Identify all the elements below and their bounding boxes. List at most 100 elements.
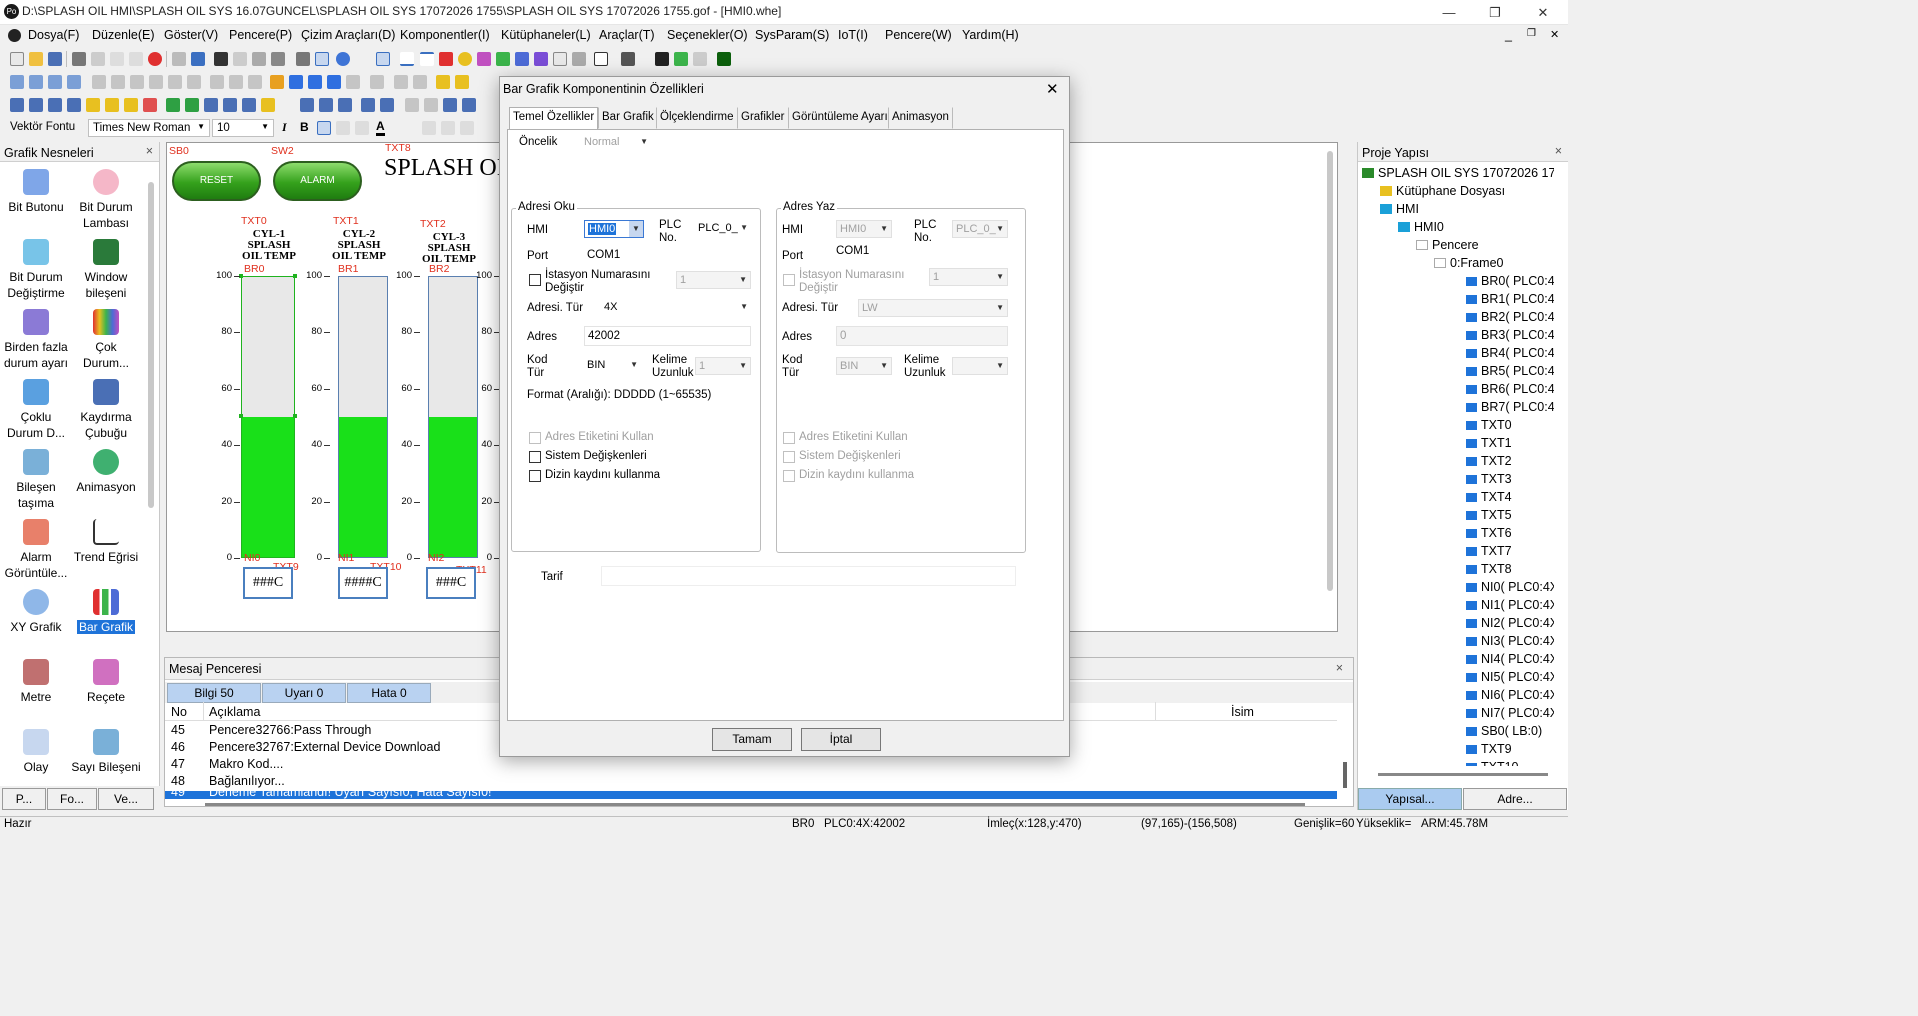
undo-icon[interactable] xyxy=(172,52,186,66)
font-name-select[interactable]: Times New Roman ▼ xyxy=(88,119,210,137)
description-input[interactable] xyxy=(601,566,1016,586)
front-icon[interactable] xyxy=(270,75,284,89)
step-icon[interactable] xyxy=(370,75,384,89)
minimize-button[interactable]: — xyxy=(1426,0,1472,25)
arc-icon[interactable] xyxy=(420,52,434,66)
tool-alarm-display[interactable]: Alarm Görüntüle... xyxy=(1,519,71,581)
tool-bit-lamp[interactable]: Bit Durum Lambası xyxy=(71,169,141,231)
tool-event[interactable]: Olay xyxy=(1,729,71,775)
tool-bit-toggle[interactable]: Bit Durum Değiştirme xyxy=(1,239,71,301)
tab-basic[interactable]: Temel Özellikler xyxy=(509,107,599,130)
history-icon[interactable] xyxy=(424,98,438,112)
menu-iot[interactable]: IoT(I) xyxy=(838,28,868,42)
tab-bar-graph[interactable]: Bar Grafik xyxy=(598,107,658,129)
tree-node[interactable]: HMI0 xyxy=(1398,220,1444,234)
alarm-button[interactable]: ALARM xyxy=(273,161,362,201)
tree-node[interactable]: BR2( PLC0:4X xyxy=(1466,310,1554,324)
delete-icon[interactable] xyxy=(148,52,162,66)
sector-icon[interactable] xyxy=(515,52,529,66)
tab-animation[interactable]: Animasyon xyxy=(888,107,953,129)
cut-icon[interactable] xyxy=(72,52,86,66)
new-icon[interactable] xyxy=(10,52,24,66)
bar-h-icon[interactable] xyxy=(436,75,450,89)
font-size-select[interactable]: 10 ▼ xyxy=(212,119,274,137)
monitor-icon[interactable] xyxy=(717,52,731,66)
close-icon[interactable]: × xyxy=(146,144,153,158)
online-sim-icon[interactable] xyxy=(315,52,329,66)
tool-meter[interactable]: Metre xyxy=(1,659,71,705)
align-text-center-icon[interactable] xyxy=(336,121,350,135)
tool-bit-button[interactable]: Bit Butonu xyxy=(1,169,71,215)
h-dist-icon[interactable] xyxy=(394,75,408,89)
read-hmi-select[interactable]: HMI0 ▼ xyxy=(584,220,644,238)
numeric-display-ni2[interactable]: ###C xyxy=(426,567,476,599)
tree-node[interactable]: TXT6 xyxy=(1466,526,1512,540)
menu-yardim[interactable]: Yardım(H) xyxy=(962,28,1019,42)
tree-node[interactable]: TXT5 xyxy=(1466,508,1512,522)
bar-graph-br0[interactable] xyxy=(241,276,295,558)
close-icon[interactable]: × xyxy=(1336,661,1343,675)
text-wrap-icon[interactable] xyxy=(460,121,474,135)
close-icon[interactable]: × xyxy=(1555,144,1562,158)
write-code-select[interactable]: BIN ▼ xyxy=(836,357,892,375)
align-text-left-icon[interactable] xyxy=(317,121,331,135)
compile-icon[interactable] xyxy=(252,52,266,66)
tree-node[interactable]: TXT2 xyxy=(1466,454,1512,468)
tree-node[interactable]: SB0( LB:0) xyxy=(1466,724,1542,738)
rotate-icon[interactable] xyxy=(248,75,262,89)
tool-trend[interactable]: Trend Eğrisi xyxy=(71,519,141,565)
tree-node[interactable]: NI1( PLC0:4X xyxy=(1466,598,1554,612)
find-icon[interactable] xyxy=(214,52,228,66)
mdi-close-button[interactable]: ✕ xyxy=(1550,28,1559,41)
tool-recipe[interactable]: Reçete xyxy=(71,659,141,705)
offline-sim-icon[interactable] xyxy=(296,52,310,66)
tree-node[interactable]: TXT8 xyxy=(1466,562,1512,576)
flip-v-icon[interactable] xyxy=(229,75,243,89)
same-width-icon[interactable] xyxy=(92,75,106,89)
tree-node[interactable]: NI7( PLC0:4X xyxy=(1466,706,1554,720)
tree-node[interactable]: SPLASH OIL SYS 17072026 17 xyxy=(1362,166,1554,180)
message-hscroll[interactable] xyxy=(205,803,1305,806)
write-plc-select[interactable]: PLC_0_ ▼ xyxy=(952,220,1008,238)
tree-node[interactable]: NI6( PLC0:4X xyxy=(1466,688,1554,702)
right-tab-address[interactable]: Adre... xyxy=(1463,788,1567,810)
picture-icon[interactable] xyxy=(166,98,180,112)
right-hscroll[interactable] xyxy=(1378,773,1548,776)
ok-button[interactable]: Tamam xyxy=(712,728,792,751)
ellipse-icon[interactable] xyxy=(458,52,472,66)
tree-node[interactable]: BR6( PLC0:4X xyxy=(1466,382,1554,396)
bold-button[interactable]: B xyxy=(300,120,309,134)
tab-graphics[interactable]: Grafikler xyxy=(737,107,788,129)
numeric-display-ni1[interactable]: ####C xyxy=(338,567,388,599)
menu-secenekler[interactable]: Seçenekler(O) xyxy=(667,28,748,42)
write-index-checkbox[interactable] xyxy=(783,470,795,482)
left-scrollbar[interactable] xyxy=(148,182,154,508)
tree-node[interactable]: Kütüphane Dosyası xyxy=(1380,184,1505,198)
menu-kutuphaneler[interactable]: Kütüphaneler(L) xyxy=(501,28,591,42)
restore-button[interactable]: ❐ xyxy=(1472,0,1518,25)
priority-select[interactable]: Normal ▼ xyxy=(581,134,651,152)
group-icon[interactable] xyxy=(308,75,322,89)
numeric-display-ni0[interactable]: ###C xyxy=(243,567,293,599)
text-icon[interactable] xyxy=(553,52,567,66)
polygon-icon[interactable] xyxy=(496,52,510,66)
col-description[interactable]: Açıklama xyxy=(209,705,260,719)
col-name[interactable]: İsim xyxy=(1231,705,1254,719)
polyline-icon[interactable] xyxy=(477,52,491,66)
bar-graph-br2[interactable] xyxy=(428,276,478,558)
palette-icon[interactable] xyxy=(693,52,707,66)
reset-button[interactable]: RESET xyxy=(172,161,261,201)
duplicate-icon[interactable] xyxy=(129,52,143,66)
read-station-select[interactable]: 1 ▼ xyxy=(676,271,751,289)
scroll-icon[interactable] xyxy=(443,98,457,112)
font-type-label[interactable]: Vektör Fontu xyxy=(10,121,75,133)
xy-icon[interactable] xyxy=(338,98,352,112)
gif-icon[interactable] xyxy=(185,98,199,112)
write-type-select[interactable]: LW ▼ xyxy=(858,299,1008,317)
tree-node[interactable]: TXT9 xyxy=(1466,742,1512,756)
tool-xy-graph[interactable]: XY Grafik xyxy=(1,589,71,635)
left-tab-ve[interactable]: Ve... xyxy=(98,788,154,810)
ascii-icon[interactable] xyxy=(223,98,237,112)
cancel-button[interactable]: İptal xyxy=(801,728,881,751)
tab-scaling[interactable]: Ölçeklendirme xyxy=(656,107,738,129)
